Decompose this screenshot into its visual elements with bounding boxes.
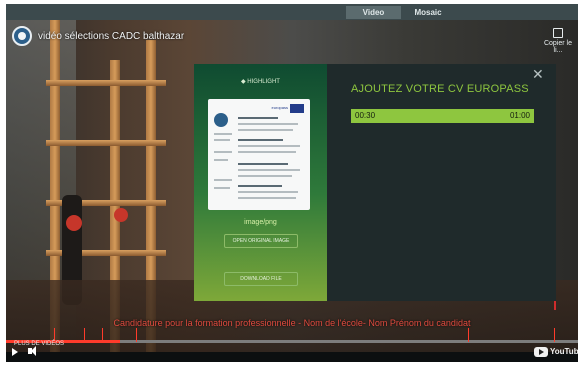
youtube-logo[interactable]: YouTube xyxy=(534,346,578,358)
modal-title: AJOUTEZ VOTRE CV EUROPASS xyxy=(351,83,529,95)
chapter-marker[interactable] xyxy=(54,328,55,342)
europass-badge: europass xyxy=(271,105,288,110)
close-icon[interactable]: ✕ xyxy=(532,66,544,83)
download-file-button[interactable]: DOWNLOAD FILE xyxy=(224,272,298,286)
doc-text-line xyxy=(238,117,278,119)
doc-text-line xyxy=(238,139,283,141)
attachment-panel: ◆ HIGHLIGHT europass image/png OPEN ORIG… xyxy=(194,64,327,301)
doc-text-line xyxy=(238,169,300,171)
wall-rung xyxy=(46,140,166,146)
doc-text-line xyxy=(214,159,228,161)
time-range-bar[interactable]: 00:30 01:00 xyxy=(351,109,534,123)
chapter-marker[interactable] xyxy=(84,328,85,342)
youtube-label: YouTube xyxy=(550,347,578,356)
doc-text-line xyxy=(214,139,230,141)
play-icon[interactable] xyxy=(12,348,18,356)
highlight-label: ◆ HIGHLIGHT xyxy=(241,79,280,85)
video-title[interactable]: vidéo sélections CADC balthazar xyxy=(38,31,184,42)
volume-icon[interactable] xyxy=(28,346,36,356)
doc-text-line xyxy=(238,175,292,177)
chapter-marker[interactable] xyxy=(468,328,469,342)
doc-text-line xyxy=(214,187,230,189)
chapter-marker[interactable] xyxy=(136,328,137,342)
doc-avatar xyxy=(214,113,228,127)
progress-bar[interactable] xyxy=(6,328,578,343)
time-start: 00:30 xyxy=(355,111,376,120)
doc-text-line xyxy=(238,129,293,131)
eu-flag-icon xyxy=(290,104,304,113)
time-end: 01:00 xyxy=(509,111,530,120)
doc-text-line xyxy=(238,145,300,147)
doc-text-line xyxy=(214,133,232,135)
tab-video[interactable]: Video xyxy=(346,6,401,19)
file-type-label: image/png xyxy=(244,219,277,226)
video-player[interactable]: Video Mosaic vidéo sélections CADC balth… xyxy=(6,4,578,362)
doc-text-line xyxy=(238,163,288,165)
player-controls xyxy=(6,344,578,362)
caption-text: Candidature pour la formation profession… xyxy=(113,318,471,328)
open-original-image-button[interactable]: OPEN ORIGINAL IMAGE xyxy=(224,234,298,248)
view-tabbar: Video Mosaic xyxy=(6,4,578,20)
channel-avatar[interactable] xyxy=(12,26,32,46)
copy-icon xyxy=(553,28,563,38)
doc-text-line xyxy=(238,197,296,199)
channel-avatar-icon xyxy=(18,32,26,40)
red-ball xyxy=(66,215,82,231)
copy-link-label: Copier le li... xyxy=(543,40,572,54)
doc-text-line xyxy=(238,191,298,193)
doc-text-line xyxy=(214,179,232,181)
chapter-marker[interactable] xyxy=(554,328,555,342)
doc-text-line xyxy=(214,151,232,153)
doc-text-line xyxy=(238,123,298,125)
copy-link-button[interactable]: Copier le li... xyxy=(540,28,576,54)
wall-rung xyxy=(46,80,166,86)
doc-text-line xyxy=(238,185,282,187)
cv-document-preview[interactable]: europass xyxy=(208,99,310,210)
tab-mosaic[interactable]: Mosaic xyxy=(403,6,453,19)
doc-text-line xyxy=(238,151,296,153)
red-ball xyxy=(114,208,128,222)
highlight-modal: ◆ HIGHLIGHT europass image/png OPEN ORIG… xyxy=(194,64,556,301)
youtube-play-icon xyxy=(534,347,548,357)
chapter-marker[interactable] xyxy=(102,328,103,342)
